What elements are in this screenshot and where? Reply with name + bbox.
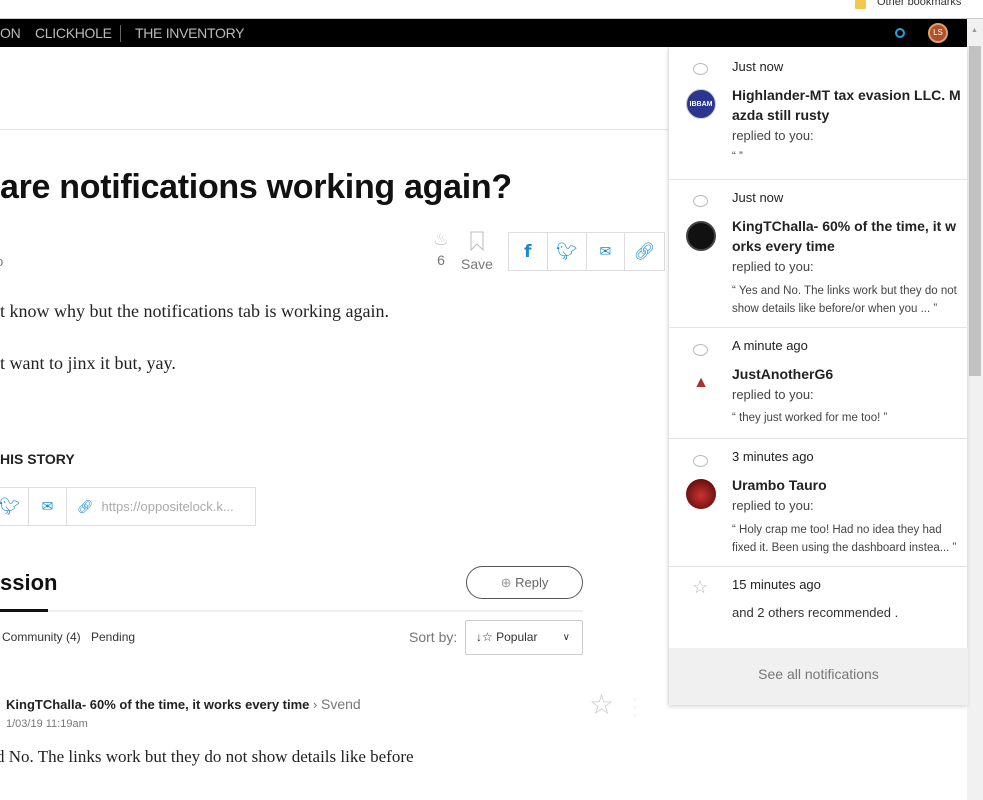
reply-to-user[interactable]: Svend xyxy=(321,696,361,712)
folder-icon xyxy=(855,0,866,9)
bookmark-icon xyxy=(470,231,484,252)
comment-icon xyxy=(693,63,708,75)
notification-item[interactable]: 3 minutes ago Urambo Tauro replied to yo… xyxy=(669,439,968,567)
avatar xyxy=(686,221,716,251)
comment-icon xyxy=(693,195,708,207)
notification-quote: “ they just worked for me too! ” xyxy=(732,412,888,424)
other-bookmarks[interactable]: Other bookmarks xyxy=(877,0,961,8)
notification-time: 15 minutes ago xyxy=(732,577,821,592)
reply-button[interactable]: ⊕ Reply xyxy=(466,566,583,599)
star-icon: ☆ xyxy=(692,577,709,597)
sort-label: Sort by: xyxy=(409,629,458,645)
notification-time: A minute ago xyxy=(732,338,808,353)
byline: o xyxy=(0,254,3,269)
notification-time: Just now xyxy=(732,190,784,205)
share-bar: 🐦︎ ✉ 🔗︎ https://oppositelock.k... xyxy=(0,487,256,526)
notification-item[interactable]: Just now IBBAM Highlander-MT tax evasion… xyxy=(669,47,968,180)
user-avatar[interactable]: LS xyxy=(928,23,948,43)
comment-text: d No. The links work but they do not sho… xyxy=(0,747,414,766)
email-icon[interactable]: ✉ xyxy=(29,488,67,525)
nav-item-inventory[interactable]: THE INVENTORY xyxy=(135,25,244,41)
divider xyxy=(0,610,583,612)
chevron-right-icon: › xyxy=(313,697,318,712)
notification-author: Highlander-MT tax evasion LLC. Mazda sti… xyxy=(732,87,961,123)
comment-icon xyxy=(693,344,708,356)
sort-dropdown[interactable]: ↓☆ Popular ∨ xyxy=(465,620,583,655)
twitter-icon[interactable]: 🐦︎ xyxy=(0,488,29,525)
top-nav: ON CLICKHOLE THE INVENTORY LS xyxy=(0,19,967,47)
comment-icon xyxy=(693,455,708,467)
tab-community[interactable]: Community (4) xyxy=(2,630,81,644)
reaction-button[interactable]: ♨ 6 xyxy=(430,229,452,268)
link-icon: 🔗︎ xyxy=(77,498,94,514)
notification-item[interactable]: ☆ 15 minutes ago and 2 others recommende… xyxy=(669,567,968,648)
scrollbar-thumb[interactable] xyxy=(969,46,981,376)
avatar: IBBAM xyxy=(686,89,716,119)
chevron-down-icon: ∨ xyxy=(562,632,570,643)
nav-divider xyxy=(120,25,121,42)
notification-action: replied to you: xyxy=(732,387,814,402)
notification-action: replied to you: xyxy=(732,498,814,513)
article-paragraph: t know why but the notifications tab is … xyxy=(0,301,389,321)
divider xyxy=(0,129,668,130)
active-tab-indicator xyxy=(0,609,48,612)
notification-quote: “ ” xyxy=(732,151,743,163)
facebook-icon[interactable]: f xyxy=(509,233,548,270)
add-comment-icon: ⊕ xyxy=(500,575,512,590)
nav-item-clickhole[interactable]: CLICKHOLE xyxy=(35,25,112,41)
star-icon[interactable]: ☆ xyxy=(589,688,614,721)
sort-value: Popular xyxy=(496,630,538,644)
article-paragraph: t want to jinx it but, yay. xyxy=(0,353,176,373)
email-icon[interactable]: ✉ xyxy=(587,233,626,270)
notification-time: 3 minutes ago xyxy=(732,449,814,464)
notification-action: replied to you: xyxy=(732,259,814,274)
save-button[interactable]: Save xyxy=(461,231,493,272)
avatar xyxy=(686,479,716,509)
more-options-icon[interactable]: ○ ○ ○ xyxy=(633,696,639,720)
tab-pending[interactable]: Pending xyxy=(91,630,135,644)
bookmarks-bar: Other bookmarks xyxy=(0,0,983,19)
notification-author: JustAnotherG6 xyxy=(732,366,834,382)
scrollbar[interactable]: ▲ xyxy=(967,19,983,800)
see-all-notifications-button[interactable]: See all notifications xyxy=(669,648,968,705)
notification-time: Just now xyxy=(732,59,784,74)
discussion-heading: ssion xyxy=(0,570,58,595)
notification-quote: “ Holy crap me too! Had no idea they had… xyxy=(732,524,957,554)
notification-action: replied to you: xyxy=(732,128,814,143)
save-label: Save xyxy=(461,256,493,272)
link-icon[interactable]: 🔗︎ xyxy=(625,233,664,270)
notification-item[interactable]: Just now KingTChalla- 60% of the time, i… xyxy=(669,180,968,328)
nav-item[interactable]: ON xyxy=(0,25,21,41)
reaction-count: 6 xyxy=(437,252,445,268)
notification-item[interactable]: A minute ago ▲ JustAnotherG6 replied to … xyxy=(669,328,968,439)
twitter-icon[interactable]: 🐦︎ xyxy=(548,233,587,270)
reply-label: Reply xyxy=(515,575,549,590)
notification-author: KingTChalla- 60% of the time, it works e… xyxy=(732,218,957,254)
article-title: are notifications working again? xyxy=(0,168,512,206)
scroll-up-icon[interactable]: ▲ xyxy=(971,27,978,34)
share-url-field[interactable]: 🔗︎ https://oppositelock.k... xyxy=(67,488,255,525)
notification-author: Urambo Tauro xyxy=(732,477,827,493)
notification-quote: “ Yes and No. The links work but they do… xyxy=(732,285,957,315)
notifications-panel: Just now IBBAM Highlander-MT tax evasion… xyxy=(668,47,968,705)
sort-star-icon: ↓☆ xyxy=(476,630,493,644)
notification-ring-icon[interactable] xyxy=(895,28,905,38)
comment-date[interactable]: 1/03/19 11:19am xyxy=(6,718,88,730)
comment-author[interactable]: KingTChalla- 60% of the time, it works e… xyxy=(6,697,309,712)
share-toolbar: f 🐦︎ ✉ 🔗︎ xyxy=(508,232,665,271)
flame-icon: ♨ xyxy=(432,229,450,249)
avatar: ▲ xyxy=(693,374,709,391)
share-heading: HIS STORY xyxy=(0,451,75,467)
comment-header: KingTChalla- 60% of the time, it works e… xyxy=(6,696,361,712)
notification-text: and 2 others recommended . xyxy=(732,605,899,620)
share-url: https://oppositelock.k... xyxy=(101,499,234,514)
